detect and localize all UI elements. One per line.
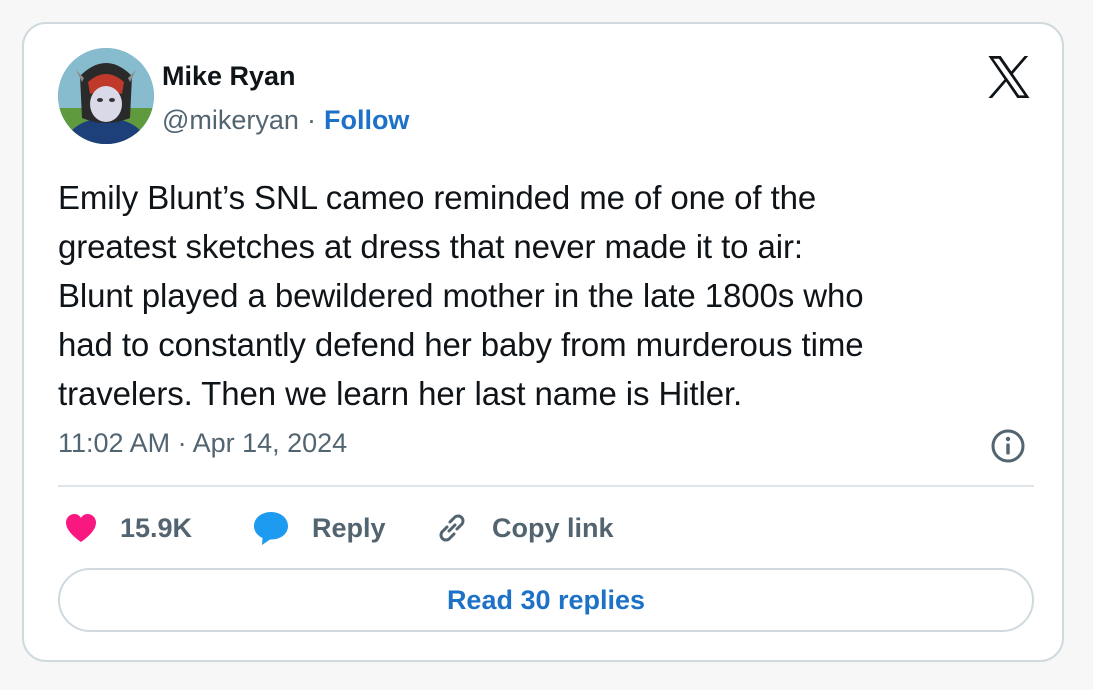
- reply-button[interactable]: Reply: [252, 508, 386, 548]
- tweet-text-line: greatest sketches at dress that never ma…: [58, 228, 803, 265]
- avatar[interactable]: [58, 48, 154, 144]
- like-button[interactable]: 15.9K: [64, 508, 192, 548]
- copy-link-button[interactable]: Copy link: [434, 508, 614, 548]
- x-logo-icon[interactable]: [986, 56, 1032, 98]
- tweet-text-line: had to constantly defend her baby from m…: [58, 326, 864, 363]
- author-handle[interactable]: @mikeryan: [162, 105, 299, 135]
- speech-bubble-icon: [254, 512, 288, 545]
- author-name[interactable]: Mike Ryan: [162, 60, 296, 92]
- author-handle-row: @mikeryan · Follow: [162, 103, 409, 137]
- tweet-timestamp[interactable]: 11:02 AM · Apr 14, 2024: [58, 426, 347, 460]
- tweet-card: Mike Ryan @mikeryan · Follow Emily Blunt’s…: [22, 22, 1064, 662]
- divider: [58, 485, 1034, 487]
- tweet-text-line: travelers. Then we learn her last name i…: [58, 375, 743, 412]
- copy-link-label: Copy link: [492, 512, 614, 543]
- reply-label: Reply: [312, 512, 386, 543]
- tweet-text-line: Blunt played a bewildered mother in the …: [58, 277, 864, 314]
- info-icon[interactable]: [990, 428, 1026, 464]
- follow-link[interactable]: Follow: [324, 105, 409, 135]
- tweet-text: Emily Blunt’s SNL cameo reminded me of o…: [58, 173, 1048, 418]
- read-replies-button[interactable]: Read 30 replies: [58, 568, 1034, 632]
- separator-dot: ·: [306, 105, 316, 135]
- link-icon: [439, 514, 465, 542]
- tweet-text-line: Emily Blunt’s SNL cameo reminded me of o…: [58, 179, 817, 216]
- heart-icon: [66, 514, 96, 542]
- like-count: 15.9K: [120, 512, 193, 543]
